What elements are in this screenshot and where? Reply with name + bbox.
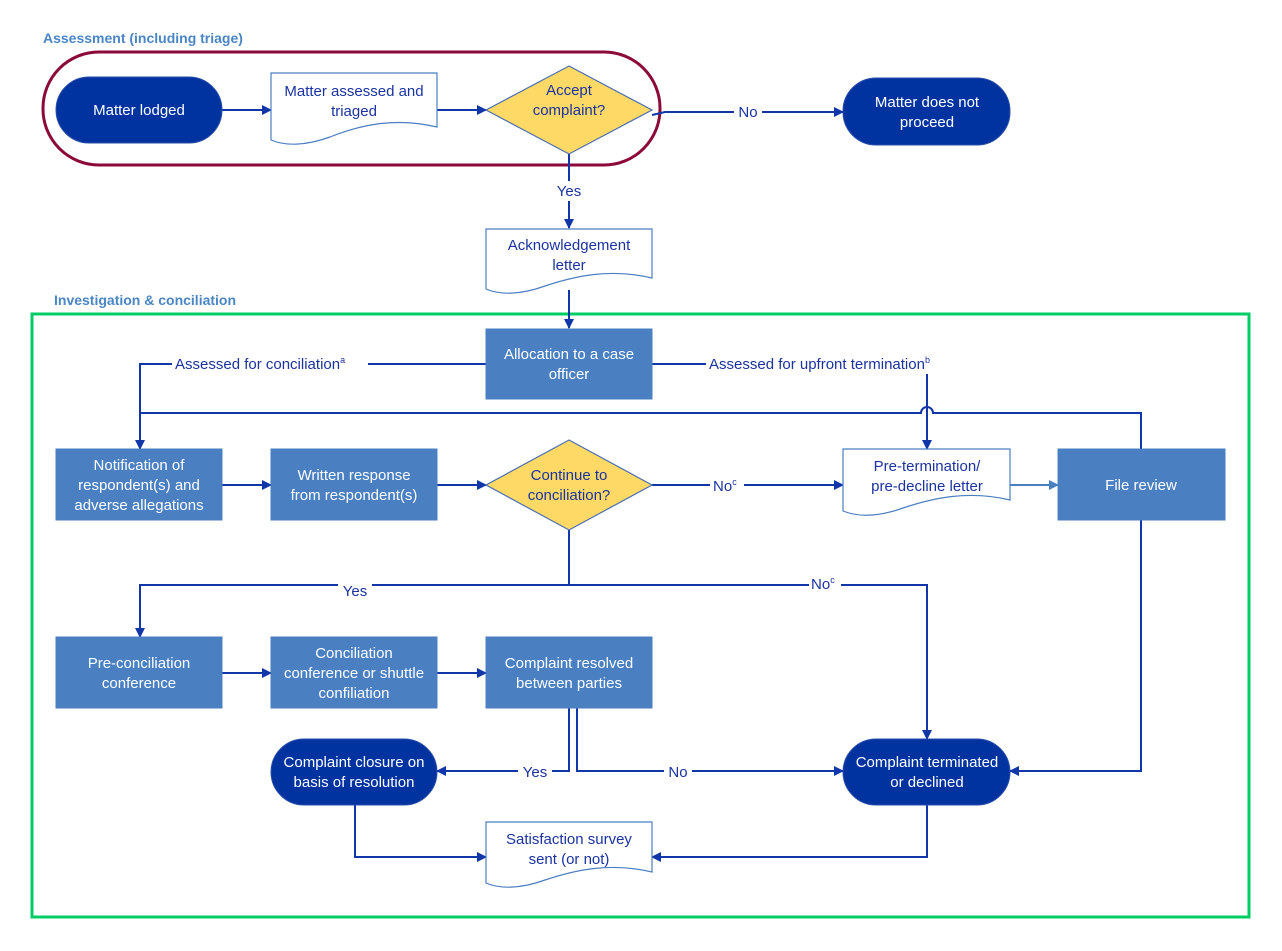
svg-text:conference or shuttle: conference or shuttle (284, 665, 424, 682)
svg-text:sent (or not): sent (or not) (529, 851, 610, 868)
node-acknowledgement-letter: Acknowledgement letter (485, 228, 653, 294)
svg-text:adverse allegations: adverse allegations (74, 497, 203, 514)
svg-text:letter: letter (552, 257, 585, 274)
node-pre-conciliation: Pre-conciliation conference (55, 636, 223, 709)
section-title-assessment: Assessment (including triage) (43, 30, 243, 46)
node-matter-assessed: Matter assessed and triaged (270, 72, 438, 145)
svg-text:Conciliation: Conciliation (315, 645, 393, 662)
complaint-process-flowchart: Assessment (including triage) Investigat… (30, 30, 1251, 919)
edge-allocation-notification (135, 363, 486, 450)
edge-label-assessed-termination: Assessed for upfront terminationb (709, 355, 930, 373)
node-notification: Notification of respondent(s) and advers… (55, 448, 223, 521)
node-complaint-terminated: Complaint terminated or declined (842, 738, 1011, 806)
edge-filereview-terminated (1009, 520, 1142, 776)
svg-text:Complaint closure on: Complaint closure on (284, 754, 425, 771)
svg-text:pre-decline letter: pre-decline letter (871, 478, 983, 495)
node-written-response: Written response from respondent(s) (270, 448, 438, 521)
svg-text:Matter assessed and: Matter assessed and (284, 83, 423, 100)
edge-filereview-loop (140, 406, 1142, 449)
node-satisfaction-survey: Satisfaction survey sent (or not) (485, 821, 653, 888)
svg-text:Satisfaction survey: Satisfaction survey (506, 831, 632, 848)
svg-text:Complaint resolved: Complaint resolved (505, 655, 633, 672)
node-continue-conciliation-decision: Continue to conciliation? (484, 439, 654, 531)
svg-text:Pre-termination/: Pre-termination/ (874, 458, 982, 475)
section-title-investigation: Investigation & conciliation (54, 292, 236, 308)
svg-text:between parties: between parties (516, 675, 622, 692)
svg-text:respondent(s) and: respondent(s) and (78, 477, 200, 494)
node-matter-lodged: Matter lodged (55, 76, 223, 144)
edge-label-yes-resolved: Yes (523, 764, 547, 781)
svg-text:Accept: Accept (546, 82, 593, 99)
svg-text:from respondent(s): from respondent(s) (291, 487, 418, 504)
node-complaint-closure: Complaint closure on basis of resolution (270, 738, 438, 806)
svg-text:File review: File review (1105, 477, 1177, 494)
svg-text:conference: conference (102, 675, 176, 692)
node-matter-does-not-proceed: Matter does not proceed (842, 77, 1011, 146)
svg-text:Complaint terminated: Complaint terminated (856, 754, 999, 771)
edge-allocation-pretermination (652, 363, 932, 450)
svg-text:Written response: Written response (297, 467, 410, 484)
edge-resolved-no (576, 708, 844, 776)
node-complaint-resolved: Complaint resolved between parties (485, 636, 653, 709)
edge-label-no: No (738, 104, 757, 121)
svg-text:Matter lodged: Matter lodged (93, 102, 185, 119)
svg-text:Notification of: Notification of (94, 457, 186, 474)
edge-label-yes-continue: Yes (343, 583, 367, 600)
edge-label-assessed-conciliation: Assessed for conciliationa (175, 355, 345, 373)
svg-text:complaint?: complaint? (533, 102, 606, 119)
node-accept-complaint-decision: Accept complaint? (484, 65, 654, 155)
svg-text:Matter does not: Matter does not (875, 94, 980, 111)
svg-text:Continue to: Continue to (531, 467, 608, 484)
svg-text:officer: officer (549, 366, 590, 383)
node-allocation: Allocation to a case officer (485, 328, 653, 400)
edge-label-no-resolved: No (668, 764, 687, 781)
node-conciliation-conference: Conciliation conference or shuttle confi… (270, 636, 438, 709)
svg-text:Pre-conciliation: Pre-conciliation (88, 655, 191, 672)
edge-label-yes: Yes (557, 183, 581, 200)
edge-resolved-yes (436, 708, 570, 776)
svg-text:Acknowledgement: Acknowledgement (508, 237, 631, 254)
edge-terminated-survey (651, 805, 928, 862)
svg-text:triaged: triaged (331, 103, 377, 120)
svg-text:Allocation to a case: Allocation to a case (504, 346, 634, 363)
svg-text:confiliation: confiliation (319, 685, 390, 702)
svg-text:basis of resolution: basis of resolution (294, 774, 415, 791)
svg-text:proceed: proceed (900, 114, 954, 131)
svg-text:conciliation?: conciliation? (528, 487, 611, 504)
svg-text:or declined: or declined (890, 774, 963, 791)
edge-closure-survey (354, 805, 487, 862)
node-pre-termination-letter: Pre-termination/ pre-decline letter (842, 448, 1011, 516)
node-file-review: File review (1057, 448, 1226, 521)
